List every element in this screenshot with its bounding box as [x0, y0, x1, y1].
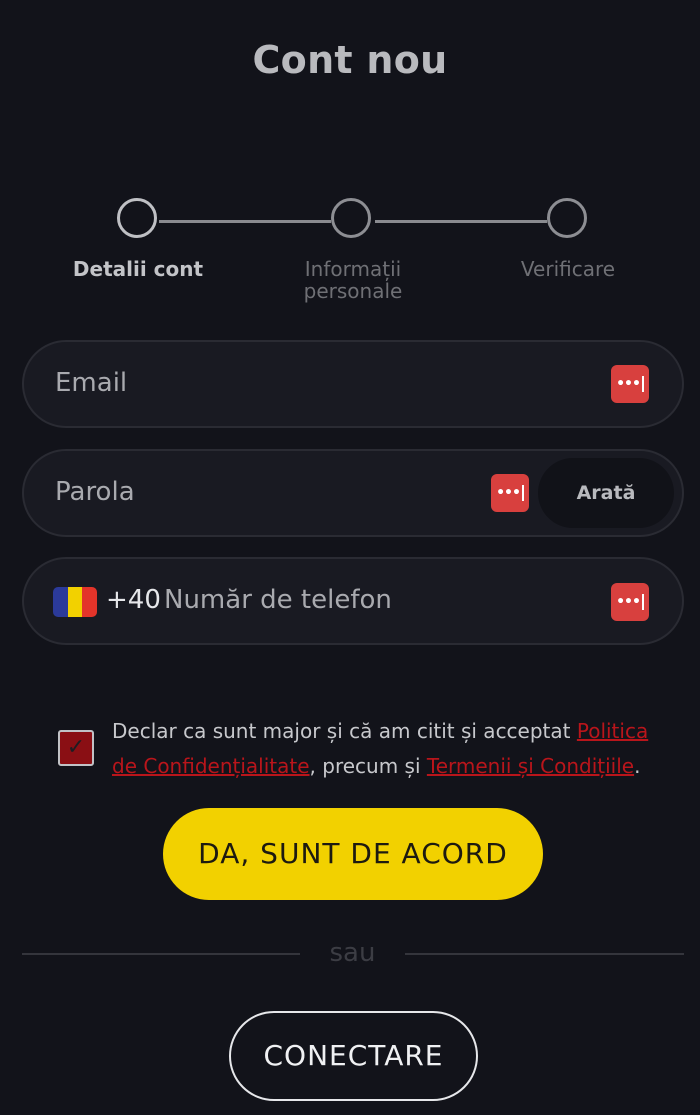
email-placeholder: Email [55, 368, 128, 398]
divider-left [22, 953, 300, 955]
romania-flag-icon[interactable] [53, 587, 97, 617]
password-placeholder: Parola [55, 477, 135, 507]
consent-checkbox[interactable]: ✓ [58, 730, 94, 766]
terms-conditions-link[interactable]: Termenii și Condițiile [427, 754, 634, 778]
step-1-indicator [117, 198, 157, 238]
login-button[interactable]: CONECTARE [229, 1011, 478, 1101]
consent-text: Declar ca sunt major și că am citit și a… [112, 714, 657, 784]
registration-stepper: Detalii cont Informații personale Verifi… [0, 198, 700, 318]
email-field[interactable]: Email ••• [22, 340, 684, 428]
consent-text-after: . [634, 754, 641, 778]
step-connector [375, 220, 547, 223]
password-manager-icon[interactable]: ••• [611, 583, 649, 621]
consent-text-middle: , precum și [309, 754, 427, 778]
divider-text: sau [329, 938, 376, 968]
phone-country-code: +40 [106, 585, 161, 615]
divider-right [405, 953, 684, 955]
agree-button[interactable]: DA, SUNT DE ACORD [163, 808, 543, 900]
password-field[interactable]: Parola ••• Arată [22, 449, 684, 537]
show-password-button[interactable]: Arată [538, 458, 674, 528]
step-3-label: Verificare [520, 257, 616, 281]
step-2-indicator [331, 198, 371, 238]
phone-field[interactable]: +40 Număr de telefon ••• [22, 557, 684, 645]
step-3-indicator [547, 198, 587, 238]
password-manager-icon[interactable]: ••• [491, 474, 529, 512]
step-1-label: Detalii cont [72, 257, 204, 281]
step-connector [159, 220, 331, 223]
page-title: Cont nou [252, 38, 448, 82]
password-manager-icon[interactable]: ••• [611, 365, 649, 403]
phone-placeholder: Număr de telefon [164, 585, 392, 615]
consent-text-before: Declar ca sunt major și că am citit și a… [112, 719, 577, 743]
step-2-label: Informații personale [303, 257, 403, 303]
